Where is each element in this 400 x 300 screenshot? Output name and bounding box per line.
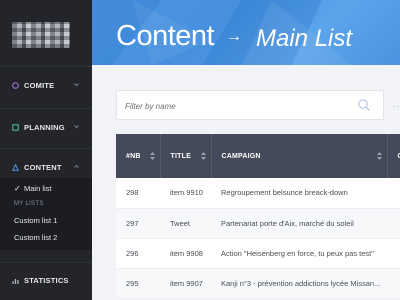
submenu-item-custom-list-1[interactable]: Custom list 1 xyxy=(14,216,57,225)
cell-empty xyxy=(387,208,400,239)
submenu-item-main-list[interactable]: ✓ Main list xyxy=(14,184,52,193)
table-row[interactable]: 296 item 9908 Action "Heisenberg en forc… xyxy=(116,238,400,269)
sidebar-item-statistics[interactable]: STATISTICS xyxy=(0,262,92,298)
filter-bar xyxy=(116,90,384,120)
content-table: #NB TITLE CAMPAIGN CH 298 item 9910 Regr… xyxy=(116,134,400,300)
page-header: Content → Main List xyxy=(92,0,400,65)
chevron-down-icon xyxy=(73,81,80,88)
sidebar-item-planning[interactable]: PLANNING xyxy=(0,108,92,146)
cell-nb: 295 xyxy=(116,268,160,299)
page-title: Content xyxy=(116,20,215,52)
cell-nb: 297 xyxy=(116,208,160,239)
table-row[interactable]: 298 item 9910 Regroupement belsunce brea… xyxy=(116,178,400,209)
cell-empty xyxy=(387,238,400,269)
chevron-down-icon xyxy=(73,123,80,130)
column-header-ch[interactable]: CH xyxy=(387,134,400,178)
triangle-icon xyxy=(12,164,19,171)
submenu-item-label: Main list xyxy=(24,184,52,193)
column-header-label: TITLE xyxy=(170,152,191,160)
sort-icon[interactable] xyxy=(376,152,382,160)
sidebar-item-label: PLANNING xyxy=(24,123,65,132)
column-header-label: #NB xyxy=(126,152,141,160)
table-row[interactable]: 295 item 9907 Kanji n°3 - prévention add… xyxy=(116,268,400,299)
cell-nb: 298 xyxy=(116,178,160,209)
search-icon[interactable] xyxy=(357,98,371,112)
cell-title: item 9907 xyxy=(160,268,211,299)
cell-title: item 9908 xyxy=(160,238,211,269)
checkmark-icon: ✓ xyxy=(14,184,21,193)
chevron-up-icon xyxy=(73,163,80,170)
sidebar-item-label: CONTENT xyxy=(24,163,62,172)
sidebar-item-comite[interactable]: COMITE xyxy=(0,66,92,104)
arrow-right-icon: → xyxy=(226,28,242,45)
sort-icon[interactable] xyxy=(149,152,155,160)
search-input[interactable] xyxy=(125,99,345,113)
breadcrumb-current: Main List xyxy=(256,25,353,52)
submenu-section-header: MY LISTS xyxy=(14,201,44,207)
cell-nb: 296 xyxy=(116,238,160,269)
logo xyxy=(12,22,70,48)
circle-icon xyxy=(12,82,19,89)
column-header-campaign[interactable]: CAMPAIGN xyxy=(211,134,388,178)
cell-title: item 9910 xyxy=(160,178,211,209)
more-options-icon[interactable]: ·· xyxy=(392,102,400,111)
cell-campaign: Kanji n°3 - prévention addictions lycée … xyxy=(211,268,387,299)
content-submenu: ✓ Main list MY LISTS Custom list 1 Custom… xyxy=(0,178,92,250)
bar-chart-icon xyxy=(12,277,19,284)
table-header-row: #NB TITLE CAMPAIGN CH xyxy=(116,134,400,178)
sidebar: COMITE PLANNING CONTENT ✓ Main list MY LI… xyxy=(0,0,92,300)
cell-campaign: Action "Heisenberg en force, tu peux pas… xyxy=(211,238,387,269)
sort-icon[interactable] xyxy=(200,152,206,160)
submenu-item-custom-list-2[interactable]: Custom list 2 xyxy=(14,233,57,242)
square-icon xyxy=(12,124,19,131)
column-header-nb[interactable]: #NB xyxy=(116,134,161,178)
cell-title: Tweet xyxy=(160,208,211,239)
cell-campaign: Regroupement belsunce breack-down xyxy=(211,178,387,209)
sidebar-item-label: STATISTICS xyxy=(24,276,69,285)
cell-empty xyxy=(387,268,400,299)
cell-empty xyxy=(387,178,400,209)
sidebar-item-label: COMITE xyxy=(24,81,55,90)
column-header-label: CAMPAIGN xyxy=(221,152,261,160)
cell-campaign: Partenariat porte d'Aix, marché du solei… xyxy=(211,208,387,239)
table-row[interactable]: 297 Tweet Partenariat porte d'Aix, march… xyxy=(116,208,400,239)
column-header-title[interactable]: TITLE xyxy=(160,134,212,178)
